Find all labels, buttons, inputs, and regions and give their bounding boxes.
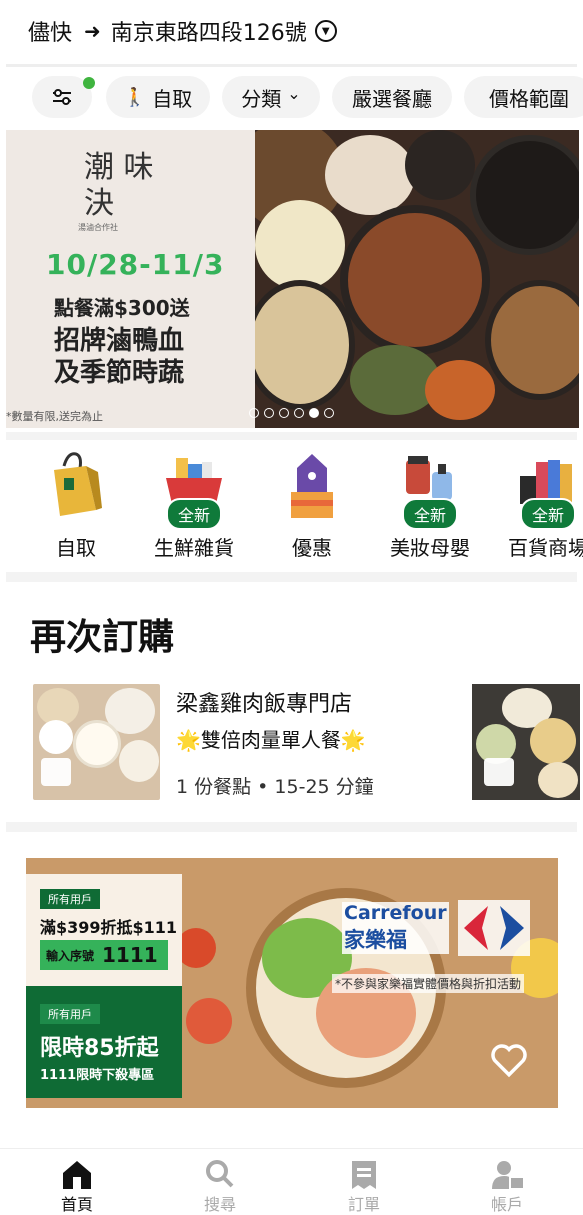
carrefour-note: *不參與家樂福實體價格與折扣活動 [332, 974, 525, 993]
offer-box-1: 所有用戶 滿$399折抵$111 輸入序號 1111 [26, 874, 182, 986]
pager-dot[interactable] [294, 408, 304, 418]
promo-code: 1111 [102, 943, 158, 967]
banner-line-3: 及季節時蔬 [54, 358, 185, 388]
chip-price-range[interactable]: 價格範圍 [464, 76, 583, 118]
arrow-icon: ➜ [84, 19, 101, 43]
carrefour-promo-card[interactable]: 所有用戶 滿$399折抵$111 輸入序號 1111 所有用戶 限時85折起 1… [26, 858, 558, 1108]
category-label: 自取 [56, 536, 96, 560]
category-deals[interactable]: 優惠 [257, 452, 367, 560]
tab-orders[interactable]: 訂單 [324, 1159, 404, 1214]
sliders-icon [53, 89, 71, 105]
offer-2-text: 限時85折起 [40, 1036, 159, 1061]
bottom-tab-bar: 首頁 搜尋 訂單 帳戶 [0, 1148, 583, 1214]
pager-dot-active[interactable] [309, 408, 319, 418]
filter-active-indicator [83, 77, 95, 89]
chip-category[interactable]: 分類 ⌄ [222, 76, 320, 118]
category-label: 美妝母嬰 [390, 536, 470, 560]
chip-pickup[interactable]: 🚶 自取 [106, 76, 210, 118]
offer-tag-1: 所有用戶 [40, 888, 100, 909]
divider [6, 572, 577, 582]
tab-home[interactable]: 首頁 [37, 1159, 117, 1214]
pager-dot[interactable] [249, 408, 259, 418]
divider [6, 822, 577, 832]
search-icon [206, 1160, 234, 1188]
reorder-store-image[interactable] [33, 684, 160, 800]
filter-bar: 🚶 自取 分類 ⌄ 嚴選餐廳 價格範圍 [0, 74, 583, 122]
banner-date: 10/28-11/3 [46, 248, 225, 281]
deals-tag-icon [287, 452, 337, 520]
new-badge: 全新 [165, 498, 223, 530]
banner-brand-logo: 潮 味決 [84, 150, 154, 221]
chip-pickup-label: 自取 [152, 86, 193, 111]
account-icon [492, 1161, 525, 1190]
offer-box-2: 所有用戶 限時85折起 1111限時下殺專區 [26, 986, 182, 1098]
chip-price-range-label: 價格範圍 [489, 86, 569, 111]
carrefour-logo-zh: 家樂福 [342, 924, 449, 954]
category-label: 生鮮雜貨 [154, 536, 234, 560]
delivery-address-bar[interactable]: 儘快 ➜ 南京東路四段126號 ▼ [0, 0, 583, 62]
chip-top-restaurants[interactable]: 嚴選餐廳 [332, 76, 452, 118]
pickup-bag-icon [484, 758, 514, 786]
delivery-address: 南京東路四段126號 [110, 21, 307, 46]
tab-search[interactable]: 搜尋 [180, 1159, 260, 1214]
category-shortcuts: 自取 全新 生鮮雜貨 優惠 全新 美妝母嬰 全新 百貨商場 [0, 452, 583, 564]
carrefour-logo: Carrefour 家樂福 [342, 902, 449, 954]
promo-code-box: 輸入序號 1111 [40, 940, 168, 970]
category-department-store[interactable]: 全新 百貨商場 [493, 452, 583, 560]
walking-person-icon: 🚶 [123, 86, 147, 108]
tab-account-label: 帳戶 [490, 1195, 523, 1214]
banner-note: *數量有限,送完為止 [6, 410, 103, 423]
pager-dot[interactable] [264, 408, 274, 418]
tab-orders-label: 訂單 [347, 1195, 380, 1214]
banner-pager [249, 408, 334, 418]
reorder-store-image-next[interactable] [472, 684, 580, 800]
reorder-store-name[interactable]: 梁鑫雞肉飯專門店 [176, 686, 352, 718]
category-grocery[interactable]: 全新 生鮮雜貨 [139, 452, 249, 560]
reorder-store-meta: 1 份餐點 • 15-25 分鐘 [176, 776, 374, 798]
heart-icon[interactable] [488, 1038, 530, 1080]
chip-category-label: 分類 [241, 86, 282, 111]
category-pickup[interactable]: 自取 [21, 452, 131, 560]
receipt-icon [352, 1161, 376, 1189]
offer-1-text: 滿$399折抵$111 [40, 918, 178, 937]
promo-banner-carousel[interactable]: 潮 味決 湯滷合作社 10/28-11/3 點餐滿$300送 招牌滷鴨血 及季節… [6, 130, 579, 428]
chevron-down-icon: ⌄ [287, 83, 301, 103]
offer-tag-1-label: 所有用戶 [40, 889, 100, 909]
banner-text-panel: 潮 味決 湯滷合作社 10/28-11/3 點餐滿$300送 招牌滷鴨血 及季節… [6, 130, 255, 428]
shopping-bag-icon [46, 452, 106, 520]
home-icon [63, 1161, 91, 1189]
banner-line-1: 點餐滿$300送 [54, 296, 190, 320]
divider [6, 432, 577, 440]
section-title-reorder: 再次訂購 [30, 617, 175, 658]
tab-search-label: 搜尋 [203, 1195, 236, 1214]
tab-account[interactable]: 帳戶 [467, 1159, 547, 1214]
reorder-store-promo: 🌟雙倍肉量單人餐🌟 [176, 728, 366, 752]
carrefour-emblem-icon [458, 900, 530, 956]
pager-dot[interactable] [324, 408, 334, 418]
divider [6, 64, 577, 67]
chevron-down-icon[interactable]: ▼ [314, 20, 337, 42]
delivery-mode: 儘快 [28, 21, 73, 46]
pager-dot[interactable] [279, 408, 289, 418]
category-label: 百貨商場 [508, 536, 583, 560]
offer-2-sub: 1111限時下殺專區 [40, 1068, 155, 1083]
pickup-bag-icon [41, 758, 71, 786]
offer-tag-2: 所有用戶 [40, 1004, 100, 1024]
category-beauty-baby[interactable]: 全新 美妝母嬰 [375, 452, 485, 560]
new-badge: 全新 [401, 498, 459, 530]
banner-food-image [255, 130, 579, 428]
new-badge: 全新 [519, 498, 577, 530]
banner-brand-sub: 湯滷合作社 [78, 223, 118, 232]
promo-code-label: 輸入序號 [46, 948, 95, 963]
chip-top-restaurants-label: 嚴選餐廳 [352, 86, 432, 111]
carrefour-logo-en: Carrefour [342, 902, 449, 924]
category-label: 優惠 [292, 536, 332, 560]
tab-home-label: 首頁 [60, 1195, 93, 1214]
